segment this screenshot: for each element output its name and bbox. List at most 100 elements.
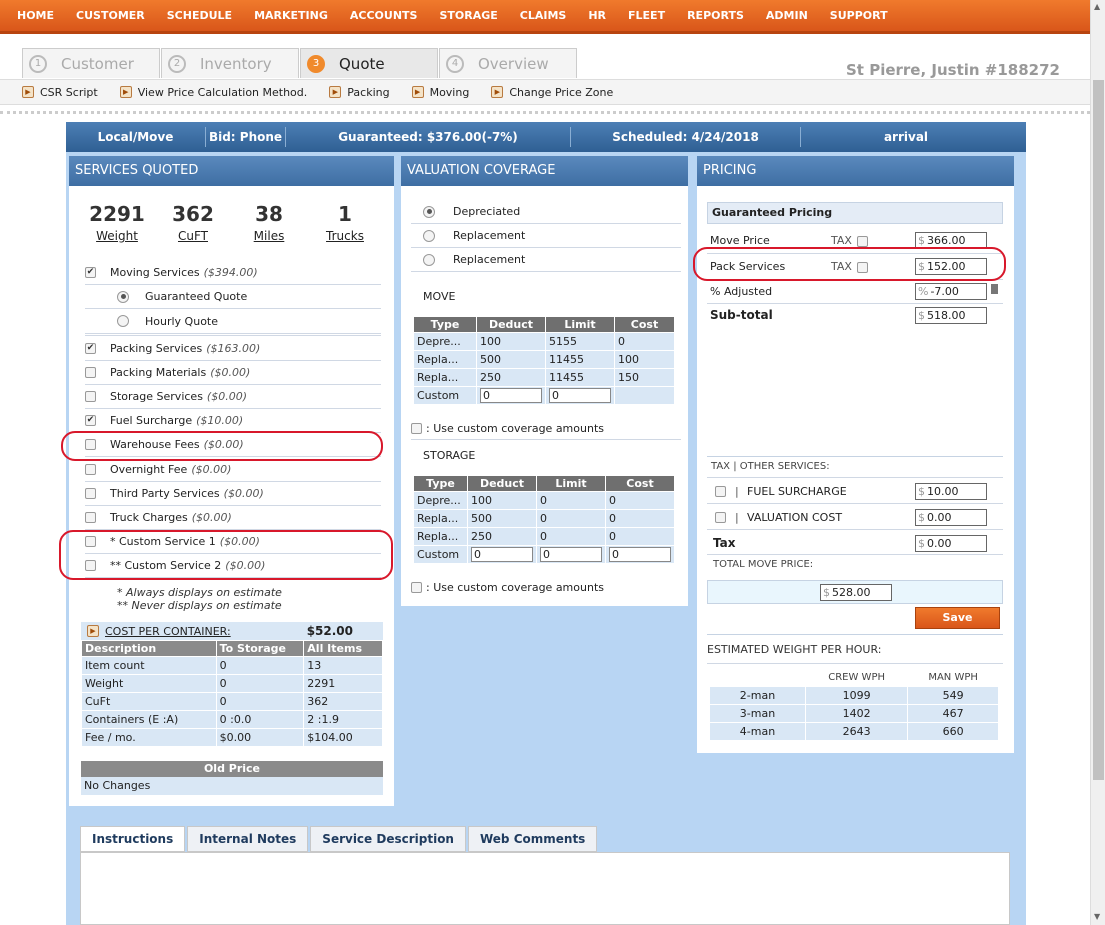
nav-marketing[interactable]: MARKETING xyxy=(243,9,339,22)
valuation-option-2[interactable]: Replacement xyxy=(411,248,681,272)
custom-amount-input[interactable]: 0 xyxy=(609,547,671,562)
table-cell: 0 xyxy=(605,527,675,546)
table-cell: 0 xyxy=(215,656,305,675)
table-cell: 0 xyxy=(536,509,606,528)
service-row-0[interactable]: ✔ Packing Services ($163.00) xyxy=(85,337,381,361)
table-row: 3-man 1402 467 xyxy=(709,704,999,723)
service-row-7[interactable]: Truck Charges ($0.00) xyxy=(85,506,381,530)
valuation-cost-input[interactable]: $0.00 xyxy=(915,509,987,526)
move-use-custom-checkbox[interactable] xyxy=(411,423,422,434)
valuation-cost-checkbox[interactable] xyxy=(715,512,726,523)
nav-accounts[interactable]: ACCOUNTS xyxy=(339,9,429,22)
toolbar-item-1[interactable]: ▶ View Price Calculation Method. xyxy=(119,86,307,99)
toolbar-item-4[interactable]: ▶ Change Price Zone xyxy=(491,86,613,99)
save-button[interactable]: Save xyxy=(915,607,1000,629)
custom-amount-input[interactable]: 0 xyxy=(540,547,602,562)
expand-arrow-icon[interactable]: ▶ xyxy=(87,625,99,637)
adjusted-input[interactable]: % -7.00 xyxy=(915,283,987,300)
table-cell: 0 xyxy=(536,491,606,510)
scrollbar[interactable]: ▲ ▼ xyxy=(1090,0,1105,925)
step-inventory[interactable]: 2 Inventory xyxy=(161,48,299,78)
stat-label[interactable]: Trucks xyxy=(307,229,383,243)
wizard-steps: 1 Customer 2 Inventory 3 Quote 4 Overview xyxy=(22,48,578,78)
valuation-radio[interactable] xyxy=(423,253,435,266)
service-checkbox[interactable] xyxy=(85,488,96,499)
guaranteed-quote-radio[interactable] xyxy=(117,290,129,303)
subtotal-input[interactable]: $518.00 xyxy=(915,307,987,324)
scroll-up-icon[interactable]: ▲ xyxy=(1094,2,1100,11)
service-checkbox[interactable] xyxy=(85,464,96,475)
nav-schedule[interactable]: SCHEDULE xyxy=(156,9,243,22)
stat-label[interactable]: Weight xyxy=(79,229,155,243)
custom-amount-input[interactable]: 0 xyxy=(471,547,533,562)
table-row: 4-man 2643 660 xyxy=(709,722,999,741)
nav-customer[interactable]: CUSTOMER xyxy=(65,9,156,22)
toolbar-item-0[interactable]: ▶ CSR Script xyxy=(22,86,98,99)
valuation-radio[interactable] xyxy=(423,205,435,218)
hourly-quote-label: Hourly Quote xyxy=(145,314,218,328)
moving-services-label: Moving Services xyxy=(110,266,200,279)
storage-use-custom-row[interactable]: : Use custom coverage amounts xyxy=(411,576,681,598)
nav-claims[interactable]: CLAIMS xyxy=(509,9,578,22)
move-use-custom-row[interactable]: : Use custom coverage amounts xyxy=(411,418,681,440)
custom-amount-input[interactable]: 0 xyxy=(549,388,612,403)
toolbar-label: CSR Script xyxy=(40,85,98,99)
trash-icon[interactable] xyxy=(991,284,998,294)
table-row: Fee / mo. $0.00 $104.00 xyxy=(81,728,383,747)
service-label: Fuel Surcharge xyxy=(110,414,193,427)
valuation-option-0[interactable]: Depreciated xyxy=(411,200,681,224)
scrollbar-thumb[interactable] xyxy=(1093,80,1104,780)
toolbar-item-2[interactable]: ▶ Packing xyxy=(329,86,390,99)
custom-amount-input[interactable]: 0 xyxy=(480,388,543,403)
nav-fleet[interactable]: FLEET xyxy=(617,9,676,22)
cost-per-container-label[interactable]: COST PER CONTAINER: xyxy=(105,625,231,638)
tab-internal-notes[interactable]: Internal Notes xyxy=(187,826,309,852)
nav-hr[interactable]: HR xyxy=(577,9,617,22)
stat-label[interactable]: Miles xyxy=(231,229,307,243)
service-checkbox[interactable]: ✔ xyxy=(85,415,96,426)
service-amount: ($0.00) xyxy=(206,390,247,403)
service-row-2[interactable]: Storage Services ($0.00) xyxy=(85,385,381,409)
guaranteed-quote-row[interactable]: Guaranteed Quote xyxy=(85,285,381,309)
tab-service-description[interactable]: Service Description xyxy=(310,826,466,852)
nav-reports[interactable]: REPORTS xyxy=(676,9,755,22)
table-header: All Items xyxy=(303,640,383,657)
table-cell: 11455 xyxy=(545,368,616,387)
service-checkbox[interactable]: ✔ xyxy=(85,343,96,354)
valuation-radio[interactable] xyxy=(423,229,435,242)
nav-home[interactable]: HOME xyxy=(6,9,65,22)
service-row-1[interactable]: Packing Materials ($0.00) xyxy=(85,361,381,385)
nav-support[interactable]: SUPPORT xyxy=(819,9,899,22)
step-overview[interactable]: 4 Overview xyxy=(439,48,577,78)
tab-web-comments[interactable]: Web Comments xyxy=(467,826,598,852)
fuel-surcharge-checkbox[interactable] xyxy=(715,486,726,497)
tax-total-input[interactable]: $0.00 xyxy=(915,535,987,552)
nav-admin[interactable]: ADMIN xyxy=(755,9,819,22)
table-cell: $104.00 xyxy=(303,728,383,747)
instructions-textarea[interactable] xyxy=(80,852,1010,925)
step-customer[interactable]: 1 Customer xyxy=(22,48,160,78)
toolbar-label: Change Price Zone xyxy=(509,85,614,99)
service-checkbox[interactable] xyxy=(85,512,96,523)
hourly-quote-row[interactable]: Hourly Quote xyxy=(85,309,381,336)
service-row-3[interactable]: ✔ Fuel Surcharge ($10.00) xyxy=(85,409,381,433)
move-price-tax-checkbox[interactable] xyxy=(857,236,868,247)
step-quote[interactable]: 3 Quote xyxy=(300,48,438,78)
moving-services-checkbox[interactable]: ✔ xyxy=(85,267,96,278)
moving-services-row[interactable]: ✔ Moving Services ($394.00) xyxy=(85,261,381,285)
total-move-price-input[interactable]: $528.00 xyxy=(820,584,892,601)
fuel-surcharge-input[interactable]: $10.00 xyxy=(915,483,987,500)
table-cell: 100 xyxy=(614,350,675,369)
hourly-quote-radio[interactable] xyxy=(117,315,129,327)
tab-instructions[interactable]: Instructions xyxy=(80,826,186,852)
service-row-5[interactable]: Overnight Fee ($0.00) xyxy=(85,458,381,482)
scroll-down-icon[interactable]: ▼ xyxy=(1094,912,1100,921)
service-checkbox[interactable] xyxy=(85,391,96,402)
storage-use-custom-checkbox[interactable] xyxy=(411,581,422,593)
nav-storage[interactable]: STORAGE xyxy=(428,9,508,22)
toolbar-item-3[interactable]: ▶ Moving xyxy=(411,86,469,99)
stat-label[interactable]: CuFT xyxy=(155,229,231,243)
service-checkbox[interactable] xyxy=(85,367,96,378)
service-row-6[interactable]: Third Party Services ($0.00) xyxy=(85,482,381,506)
valuation-option-1[interactable]: Replacement xyxy=(411,224,681,248)
